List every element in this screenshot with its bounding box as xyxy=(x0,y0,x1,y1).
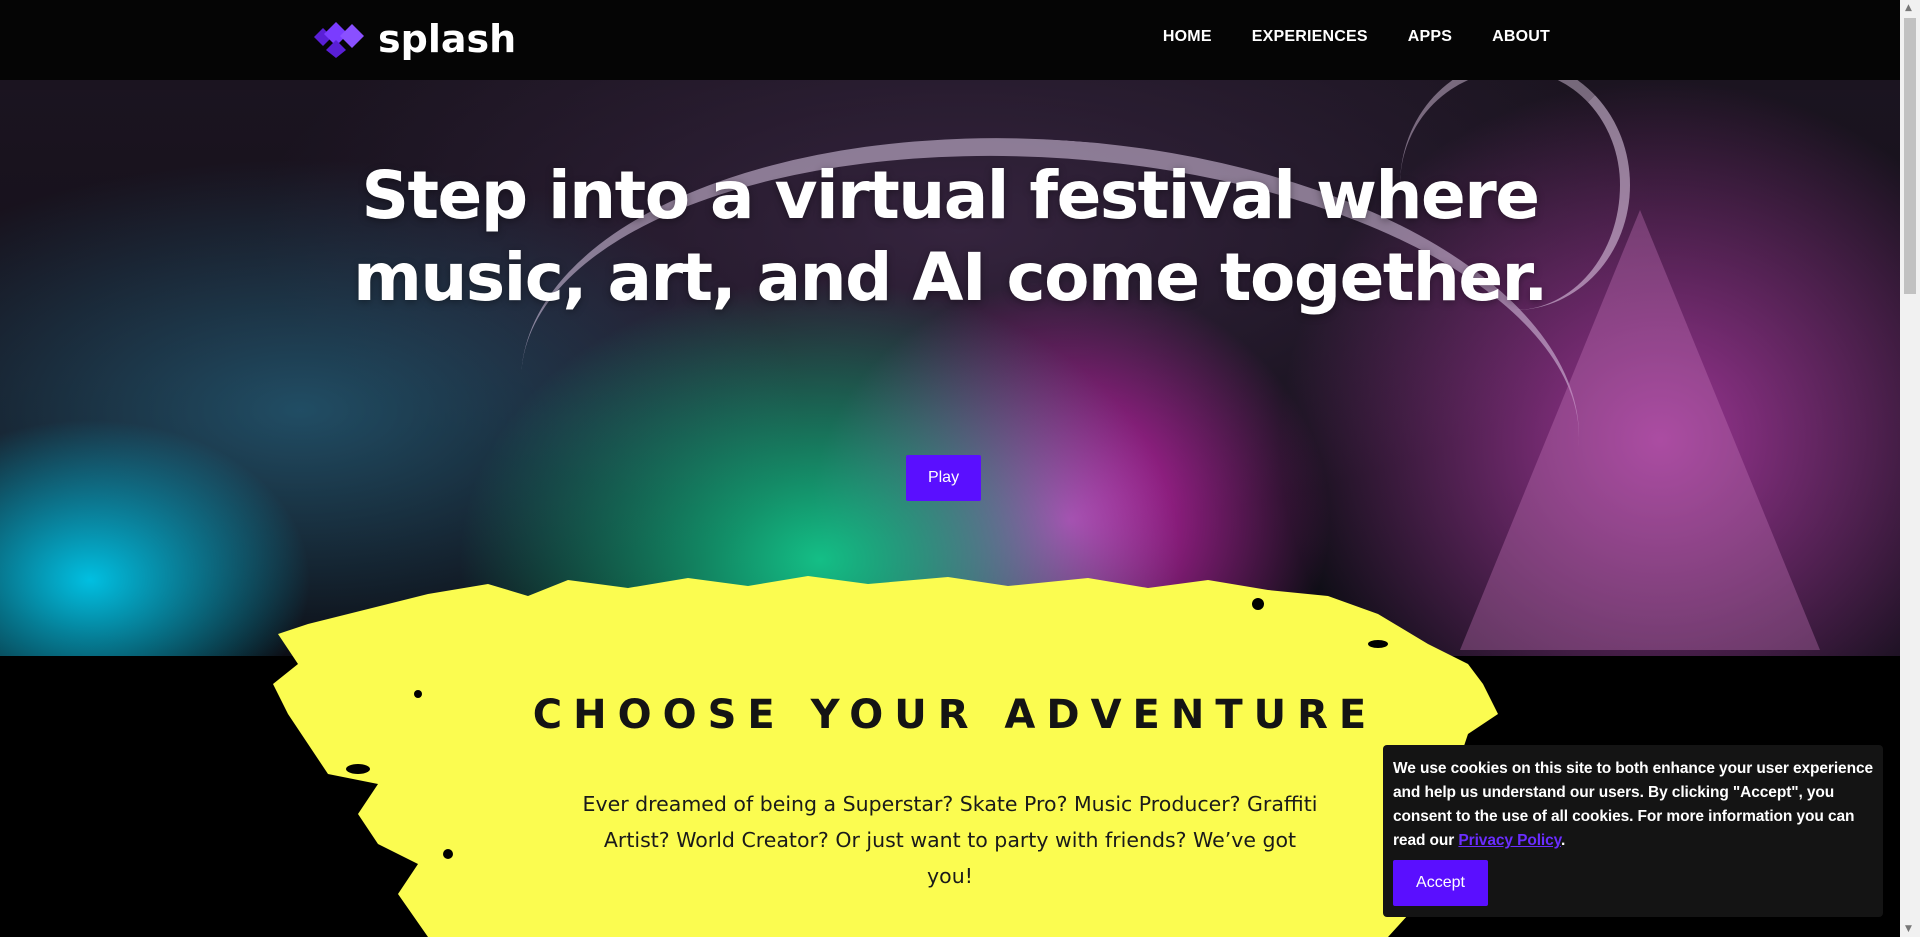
top-navigation-bar: splash HOME EXPERIENCES APPS ABOUT xyxy=(0,0,1900,80)
scroll-down-arrow-icon[interactable]: ▼ xyxy=(1905,924,1912,934)
nav-experiences-link[interactable]: EXPERIENCES xyxy=(1252,28,1368,46)
splash-logo[interactable]: splash xyxy=(312,17,516,61)
nav-apps-link[interactable]: APPS xyxy=(1408,28,1452,46)
logo-wordmark: splash xyxy=(378,17,517,61)
privacy-policy-link[interactable]: Privacy Policy xyxy=(1458,832,1561,849)
cookie-message: We use cookies on this site to both enha… xyxy=(1393,757,1873,853)
play-button[interactable]: Play xyxy=(906,455,981,501)
page-scrollbar[interactable]: ▲ ▼ xyxy=(1900,0,1920,937)
hero-headline: Step into a virtual festival where music… xyxy=(353,157,1548,316)
choose-adventure-heading: CHOOSE YOUR ADVENTURE xyxy=(532,692,1378,738)
adventure-description: Ever dreamed of being a Superstar? Skate… xyxy=(582,792,1318,888)
scrollbar-thumb[interactable] xyxy=(1904,18,1916,294)
cookie-banner: We use cookies on this site to both enha… xyxy=(1383,745,1883,917)
nav-home-link[interactable]: HOME xyxy=(1163,28,1212,46)
nav-about-link[interactable]: ABOUT xyxy=(1492,28,1550,46)
cookie-message-end: . xyxy=(1561,832,1566,849)
main-nav: HOME EXPERIENCES APPS ABOUT xyxy=(1163,28,1550,46)
diamond-logo-icon xyxy=(314,22,364,58)
accept-cookies-button[interactable]: Accept xyxy=(1393,860,1488,906)
scroll-up-arrow-icon[interactable]: ▲ xyxy=(1905,3,1912,13)
